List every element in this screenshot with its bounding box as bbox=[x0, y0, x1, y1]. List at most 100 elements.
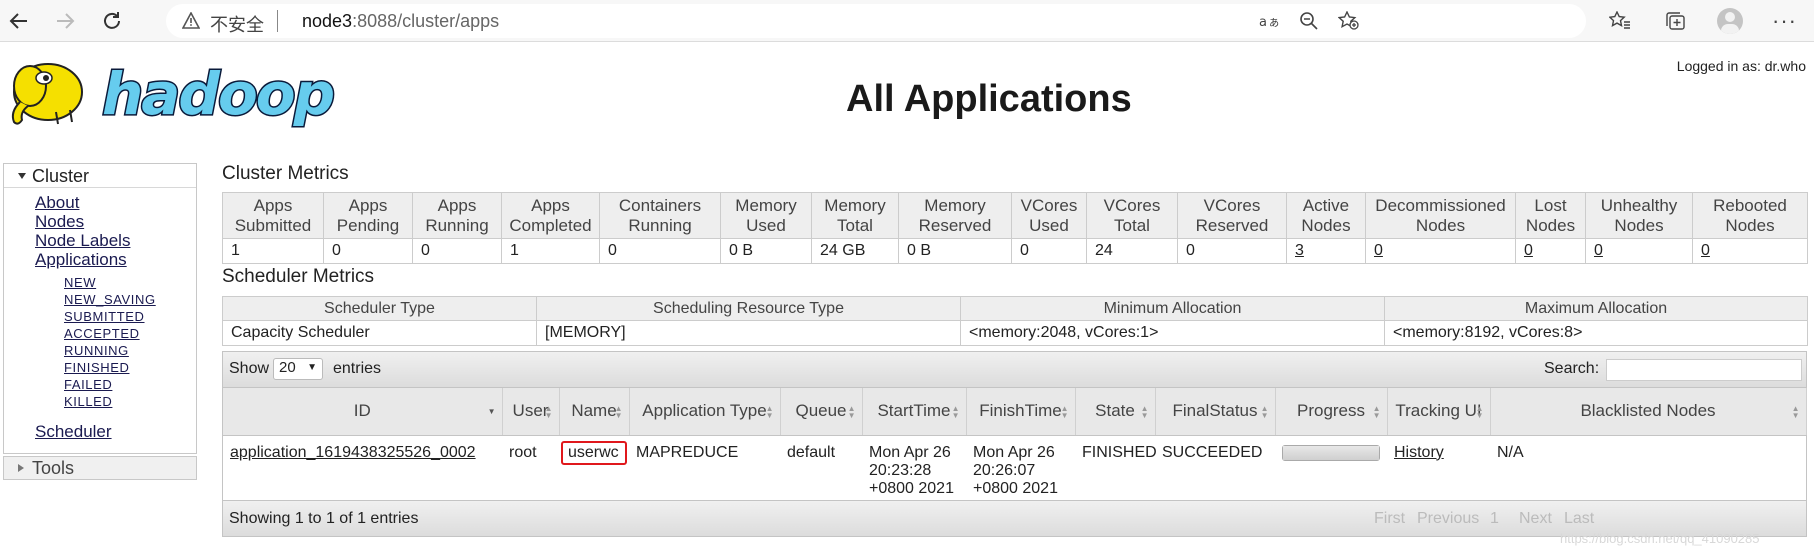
metrics-value-link[interactable]: 0 bbox=[1524, 242, 1533, 259]
search-input[interactable] bbox=[1606, 359, 1802, 381]
sidebar-item-node-labels[interactable]: Node Labels bbox=[35, 231, 130, 251]
sidebar-item-scheduler[interactable]: Scheduler bbox=[35, 422, 112, 442]
sidebar-nav: Cluster About Nodes Node Labels Applicat… bbox=[3, 163, 197, 454]
metrics-header-line: Submitted bbox=[234, 215, 312, 235]
column-header[interactable]: Name ▲ ▼ bbox=[559, 388, 630, 436]
sort-arrows-icon: ▲ ▼ bbox=[951, 404, 960, 420]
sort-arrows-icon: ▲ ▼ bbox=[1260, 404, 1269, 420]
metrics-header-line: Reserved bbox=[1195, 215, 1269, 235]
more-menu-icon[interactable]: ··· bbox=[1772, 8, 1797, 34]
sidebar-item-failed[interactable]: FAILED bbox=[64, 377, 112, 392]
metrics-header-line: Running bbox=[425, 215, 489, 235]
sidebar-item-submitted[interactable]: SUBMITTED bbox=[64, 309, 145, 324]
url-host: node3 bbox=[302, 11, 353, 31]
metrics-header-line: Rebooted bbox=[1713, 195, 1787, 215]
metrics-value-link[interactable]: 0 bbox=[1374, 242, 1383, 259]
metrics-value-cell: 0 B bbox=[898, 238, 1012, 264]
metrics-value-link[interactable]: 3 bbox=[1295, 242, 1304, 259]
metrics-header-line: Nodes bbox=[1415, 215, 1466, 235]
tools-section-header[interactable]: Tools bbox=[3, 456, 197, 480]
favorites-icon bbox=[1609, 11, 1630, 29]
application-id-link[interactable]: application_1619438325526_0002 bbox=[230, 444, 476, 461]
metrics-header-line: Running bbox=[628, 215, 692, 235]
column-header[interactable]: ID ▼ bbox=[223, 388, 503, 436]
application-name-highlighted: userwc bbox=[561, 440, 627, 465]
tracking-ui-link[interactable]: History bbox=[1394, 444, 1444, 461]
sidebar-item-applications[interactable]: Applications bbox=[35, 250, 127, 270]
back-button[interactable] bbox=[2, 4, 36, 38]
metrics-header: Unhealthy Nodes bbox=[1585, 192, 1693, 239]
column-header[interactable]: Queue ▲ ▼ bbox=[780, 388, 863, 436]
read-aloud-icon[interactable]: aぁ bbox=[1257, 9, 1283, 33]
time-line: Mon Apr 26 bbox=[973, 443, 1055, 461]
svg-text:a: a bbox=[1259, 15, 1267, 29]
metrics-header: Decommissioned Nodes bbox=[1365, 192, 1516, 239]
column-header-label: ID bbox=[353, 401, 371, 421]
sort-arrows-icon: ▼ bbox=[487, 407, 496, 416]
page-length-select[interactable]: 20 ▼ bbox=[273, 358, 323, 380]
favorites-button[interactable] bbox=[1603, 4, 1637, 38]
column-header[interactable]: StartTime ▲ ▼ bbox=[862, 388, 967, 436]
metrics-header: Apps Pending bbox=[323, 192, 413, 239]
sidebar-item-about[interactable]: About bbox=[35, 193, 79, 213]
column-header[interactable]: Progress ▲ ▼ bbox=[1275, 388, 1388, 436]
pager-next-button[interactable]: Next bbox=[1519, 510, 1552, 528]
address-bar[interactable]: 不安全 node3:8088/cluster/apps aぁ bbox=[166, 4, 1586, 38]
metrics-header-line: Nodes bbox=[1725, 215, 1775, 235]
column-header[interactable]: FinalStatus ▲ ▼ bbox=[1155, 388, 1276, 436]
sidebar-item-nodes[interactable]: Nodes bbox=[35, 212, 84, 232]
cluster-metrics-table: Apps Submitted Apps Pending Apps Running Apps C… bbox=[222, 192, 1808, 264]
metrics-value-link[interactable]: 0 bbox=[1594, 242, 1603, 259]
zoom-icon[interactable] bbox=[1296, 9, 1322, 33]
column-header[interactable]: Application Type ▲ ▼ bbox=[629, 388, 781, 436]
add-favorite-icon[interactable] bbox=[1336, 9, 1362, 33]
metrics-value-cell: 24 GB bbox=[811, 238, 899, 264]
metrics-header-line: Total bbox=[1114, 215, 1150, 235]
applications-panel: Show 20 ▼ entries Search: ID ▼ User ▲ ▼ Name ▲… bbox=[222, 351, 1807, 537]
pager-page-button[interactable]: 1 bbox=[1490, 510, 1499, 528]
pager-previous-button[interactable]: Previous bbox=[1417, 510, 1479, 528]
sort-arrows-icon: ▲ ▼ bbox=[1475, 404, 1484, 420]
sidebar-item-new[interactable]: NEW bbox=[64, 275, 96, 290]
table-cell: History bbox=[1387, 435, 1490, 498]
collections-button[interactable] bbox=[1658, 4, 1692, 38]
metrics-value-cell: 24 bbox=[1086, 238, 1178, 264]
metrics-header-line: Active bbox=[1302, 195, 1350, 215]
forward-button[interactable] bbox=[48, 4, 82, 38]
column-header[interactable]: User ▲ ▼ bbox=[502, 388, 560, 436]
metrics-header-line: Used bbox=[1029, 215, 1069, 235]
metrics-header-line: Reserved bbox=[918, 215, 992, 235]
cluster-label: Cluster bbox=[32, 166, 90, 186]
metrics-value-cell: 0 bbox=[323, 238, 413, 264]
pager-last-button[interactable]: Last bbox=[1564, 510, 1594, 528]
metrics-value-cell: 0 bbox=[1365, 238, 1516, 264]
scheduler-value-cell: <memory:2048, vCores:1> bbox=[960, 320, 1385, 346]
sidebar-item-running[interactable]: RUNNING bbox=[64, 343, 129, 358]
metrics-value-cell: 1 bbox=[501, 238, 600, 264]
expand-arrow-icon bbox=[18, 464, 24, 472]
table-cell: Mon Apr 26 20:23:28 +0800 2021 bbox=[862, 435, 966, 498]
sidebar-item-killed[interactable]: KILLED bbox=[64, 394, 112, 409]
sidebar-item-finished[interactable]: FINISHED bbox=[64, 360, 129, 375]
column-header[interactable]: FinishTime ▲ ▼ bbox=[966, 388, 1076, 436]
table-cell bbox=[1275, 435, 1387, 498]
pager-first-button[interactable]: First bbox=[1374, 510, 1405, 528]
sidebar-item-new-saving[interactable]: NEW_SAVING bbox=[64, 292, 156, 307]
column-header[interactable]: State ▲ ▼ bbox=[1075, 388, 1156, 436]
profile-avatar[interactable] bbox=[1717, 8, 1743, 34]
tools-label: Tools bbox=[32, 458, 75, 478]
column-header[interactable]: Tracking UI ▲ ▼ bbox=[1387, 388, 1491, 436]
address-separator bbox=[277, 10, 278, 32]
metrics-value-link[interactable]: 0 bbox=[1701, 242, 1710, 259]
sidebar-item-accepted[interactable]: ACCEPTED bbox=[64, 326, 140, 341]
column-header[interactable]: Blacklisted Nodes ▲ ▼ bbox=[1490, 388, 1807, 436]
collections-icon bbox=[1666, 12, 1685, 30]
metrics-header-line: Nodes bbox=[1301, 215, 1351, 235]
metrics-value-cell: 0 B bbox=[720, 238, 812, 264]
page-length-value: 20 bbox=[279, 359, 296, 376]
time-line: 20:23:28 bbox=[869, 461, 932, 479]
metrics-header-line: Lost bbox=[1534, 195, 1567, 215]
reload-button[interactable] bbox=[95, 4, 129, 38]
cluster-section-header[interactable]: Cluster bbox=[4, 164, 196, 188]
insecure-label: 不安全 bbox=[210, 15, 264, 36]
